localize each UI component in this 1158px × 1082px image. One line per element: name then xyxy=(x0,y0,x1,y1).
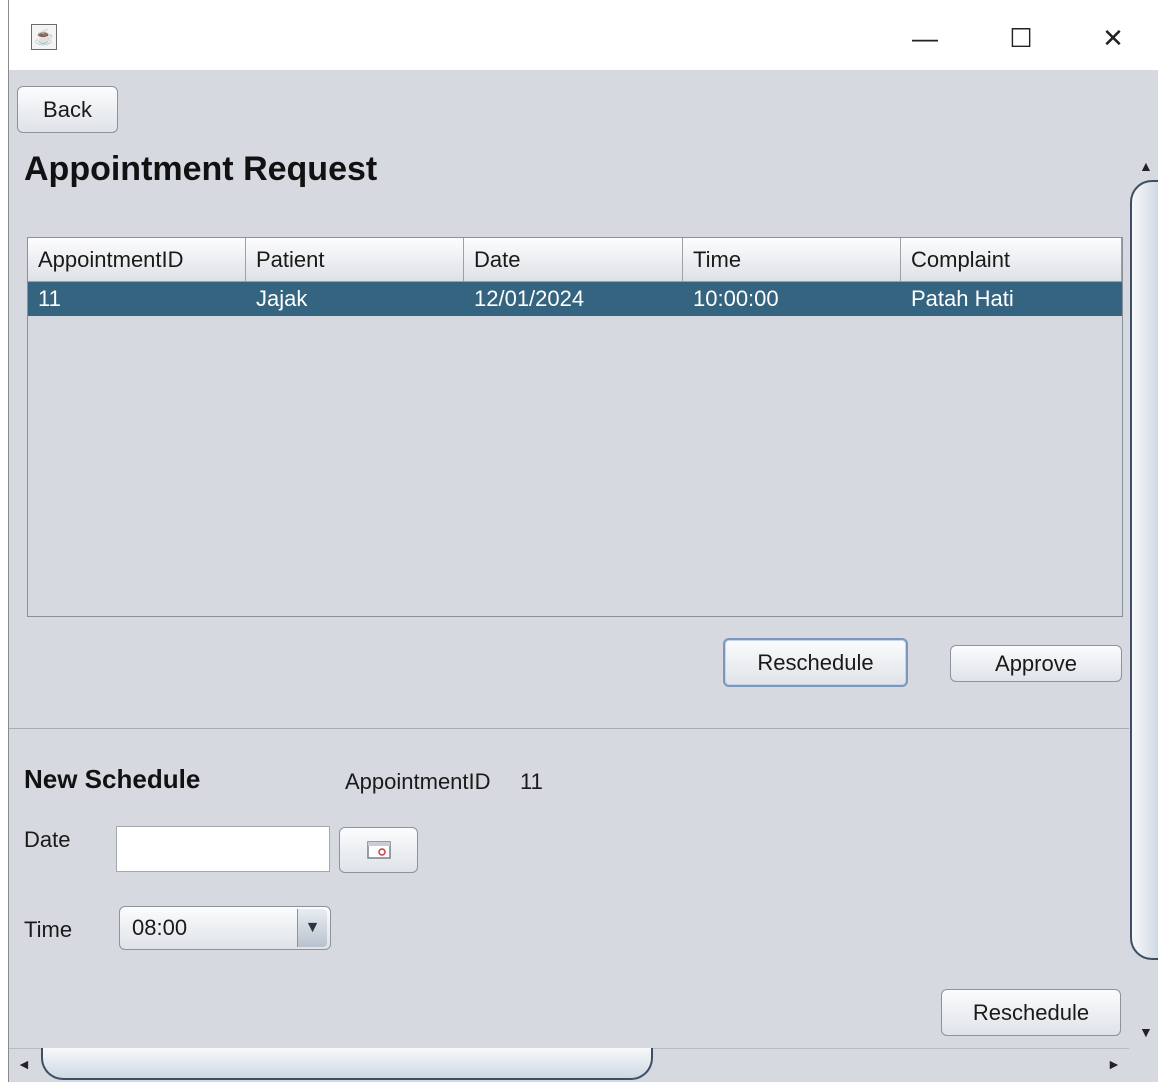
submit-reschedule-button[interactable]: Reschedule xyxy=(941,989,1121,1036)
page-title: Appointment Request xyxy=(24,150,378,188)
cell-patient: Jajak xyxy=(256,286,308,311)
date-label: Date xyxy=(24,827,71,852)
maximize-button[interactable]: ☐ xyxy=(1001,18,1041,58)
column-header-time[interactable]: Time xyxy=(683,238,901,282)
column-header-complaint[interactable]: Complaint xyxy=(901,238,1122,282)
horizontal-scroll-thumb[interactable] xyxy=(41,1048,653,1080)
app-window: ☕ — ☐ ✕ Back Appointment Request Appoint… xyxy=(8,0,1158,1082)
date-picker-button[interactable] xyxy=(339,827,418,873)
approve-button[interactable]: Approve xyxy=(950,645,1122,682)
reschedule-button[interactable]: Reschedule xyxy=(723,638,908,687)
cell-appointmentid: 11 xyxy=(38,286,61,311)
scroll-left-arrow-icon[interactable]: ◄ xyxy=(17,1056,31,1072)
appointment-id-label: AppointmentID xyxy=(345,769,491,794)
minimize-button[interactable]: — xyxy=(905,18,945,58)
cell-date: 12/01/2024 xyxy=(474,286,585,311)
appointments-table[interactable]: AppointmentID Patient Date Time Complain… xyxy=(27,237,1123,617)
scroll-up-arrow-icon[interactable]: ▲ xyxy=(1139,158,1153,174)
vertical-scroll-thumb[interactable] xyxy=(1130,180,1158,960)
cell-time: 10:00:00 xyxy=(693,286,779,311)
scroll-down-arrow-icon[interactable]: ▼ xyxy=(1139,1024,1153,1040)
table-header: AppointmentID Patient Date Time Complain… xyxy=(28,238,1122,282)
scroll-right-arrow-icon[interactable]: ► xyxy=(1107,1056,1121,1072)
title-bar: ☕ — ☐ ✕ xyxy=(9,0,1158,70)
back-button[interactable]: Back xyxy=(17,86,118,133)
close-button[interactable]: ✕ xyxy=(1093,18,1133,58)
cell-complaint: Patah Hati xyxy=(911,286,1014,311)
time-label: Time xyxy=(24,917,73,942)
calendar-icon xyxy=(366,841,391,859)
java-cup-icon: ☕ xyxy=(31,24,57,50)
column-header-appointmentid[interactable]: AppointmentID xyxy=(28,238,246,282)
time-select-value: 08:00 xyxy=(132,915,188,940)
new-schedule-title: New Schedule xyxy=(24,764,201,794)
appointment-id-value: 11 xyxy=(520,769,543,794)
chevron-down-icon[interactable]: ▼ xyxy=(297,909,327,947)
column-header-patient[interactable]: Patient xyxy=(246,238,464,282)
date-field[interactable] xyxy=(116,826,330,872)
column-header-date[interactable]: Date xyxy=(464,238,683,282)
table-row[interactable]: 11 Jajak 12/01/2024 10:00:00 Patah Hati xyxy=(28,282,1122,316)
section-divider xyxy=(9,728,1129,729)
time-select[interactable]: 08:00 ▼ xyxy=(119,906,331,950)
